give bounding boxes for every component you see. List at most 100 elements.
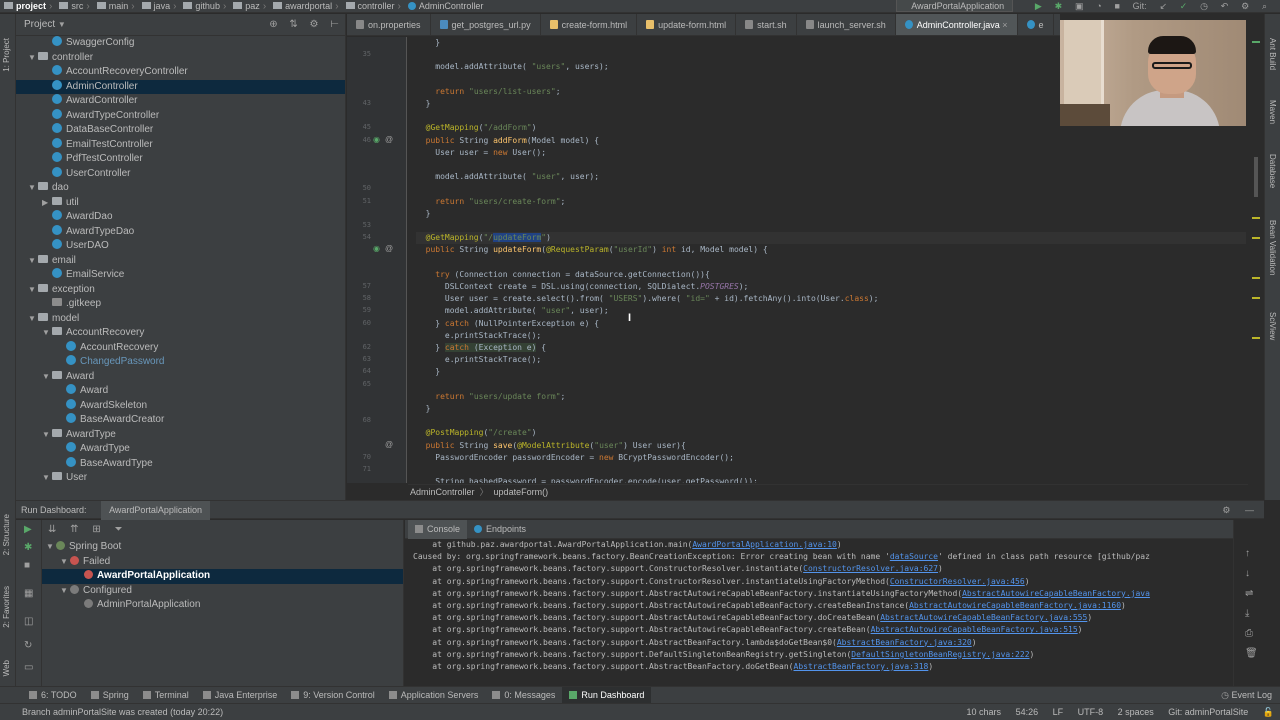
group-icon[interactable]: ⊞ [92,524,100,535]
tree-item[interactable]: ▼ dao [16,181,345,196]
ant-build-tool-tab[interactable]: Ant Build [1268,38,1277,70]
code-line[interactable]: } [416,208,431,220]
breadcrumb-class[interactable]: AdminController [410,487,475,497]
tool-window-button[interactable]: Application Servers [382,687,486,703]
vcs-update-icon[interactable]: ↙ [1159,0,1167,12]
code-line[interactable]: try (Connection connection = dataSource.… [416,269,710,281]
tree-item[interactable]: BaseAwardCreator [16,413,345,428]
scroll-up-icon[interactable]: ↑ [1245,548,1250,559]
code-line[interactable]: @GetMapping("/addForm") [416,122,537,134]
clear-console-icon[interactable]: 🗑 [1245,648,1258,659]
project-tool-tab[interactable]: 1: Project [2,38,11,72]
scroll-to-end-icon[interactable]: ⤓ [1245,608,1249,619]
expand-arrow-icon[interactable]: ▼ [28,283,38,298]
code-line[interactable]: } [416,366,440,378]
code-line[interactable]: @PostMapping("/create") [416,427,537,439]
code-line[interactable]: } catch (Exception e) { [416,342,546,354]
tree-item[interactable]: ▼ email [16,254,345,269]
tool-window-button[interactable]: 9: Version Control [284,687,382,703]
annotation-icon[interactable]: @ [385,244,393,253]
code-line[interactable]: return "users/create-form"; [416,196,565,208]
file-encoding[interactable]: UTF-8 [1078,707,1104,717]
tree-item[interactable]: AwardSkeleton [16,398,345,414]
settings-icon[interactable]: ⚙ [1222,505,1230,515]
run-dashboard-item[interactable]: ▼ Spring Boot [42,540,403,555]
tool-window-button[interactable]: Terminal [136,687,196,703]
close-panel-icon[interactable]: ▭ [24,662,33,673]
scroll-down-icon[interactable]: ↓ [1245,568,1250,579]
breadcrumb-item[interactable]: java [138,0,170,12]
warning-marker[interactable] [1252,337,1260,339]
tree-item[interactable]: ▶ util [16,196,345,211]
expand-arrow-icon[interactable]: ▼ [42,471,52,486]
debug-icon[interactable]: ✱ [1055,0,1063,12]
code-line[interactable]: public String addForm(Model model) { [416,135,599,147]
inspection-ok-marker[interactable] [1252,41,1260,43]
editor-tab[interactable]: create-form.html [541,14,638,35]
run-dashboard-item[interactable]: AwardPortalApplication [42,569,403,584]
tree-item[interactable]: ▼ exception [16,283,345,298]
tree-item[interactable]: ▼ User [16,471,345,486]
tree-item[interactable]: SwaggerConfig [16,36,345,51]
run-dashboard-item[interactable]: ▼ Failed [42,555,403,570]
code-line[interactable]: public String save(@ModelAttribute("user… [416,440,686,452]
expand-arrow-icon[interactable]: ▼ [60,555,70,570]
run-icon[interactable]: ▶ [24,524,32,535]
warning-marker[interactable] [1252,277,1260,279]
breadcrumb-method[interactable]: updateForm() [494,487,549,497]
warning-marker[interactable] [1252,297,1260,299]
code-line[interactable]: DSLContext create = DSL.using(connection… [416,281,748,293]
bean-validation-tool-tab[interactable]: Bean Validation [1268,220,1277,275]
stop-icon[interactable]: ■ [24,560,30,571]
code-line[interactable]: User user = new User(); [416,147,546,159]
tree-item[interactable]: AwardTypeDao [16,224,345,240]
layout-icon[interactable]: ▦ [24,588,33,599]
code-line[interactable]: return "users/update form"; [416,391,565,403]
console-link[interactable]: DefaultSingletonBeanRegistry.java:222 [851,650,1029,659]
run-dashboard-item[interactable]: AdminPortalApplication [42,598,403,613]
code-line[interactable]: @GetMapping("/updateForm") [416,232,1246,245]
tree-item[interactable]: Award [16,384,345,399]
stop-icon[interactable]: ■ [1114,0,1119,12]
tree-item[interactable]: EmailService [16,268,345,283]
console-link[interactable]: AbstractBeanFactory.java:318 [794,662,929,671]
editor-tab[interactable]: launch_server.sh [797,14,896,35]
breadcrumb-item[interactable]: AdminController [404,0,483,12]
revert-icon[interactable]: ↶ [1221,0,1229,12]
console-link[interactable]: AbstractAutowireCapableBeanFactory.java:… [871,625,1078,634]
console-link[interactable]: AbstractBeanFactory.java:320 [837,638,972,647]
breadcrumb-item[interactable]: src [55,0,83,12]
minimize-icon[interactable]: — [1245,505,1254,515]
git-branch[interactable]: Git: adminPortalSite [1168,707,1248,717]
editor-tab[interactable]: get_postgres_url.py [431,14,541,35]
vcs-commit-icon[interactable]: ✓ [1180,0,1188,12]
collapse-all-icon[interactable]: ⇅ [289,19,297,30]
tree-item[interactable]: .gitkeep [16,297,345,312]
editor-tab[interactable]: on.properties [347,14,431,35]
breadcrumb-item[interactable]: project [0,0,46,12]
breadcrumb-item[interactable]: github [179,0,220,12]
tree-item[interactable]: ▼ AwardType [16,428,345,443]
run-configuration-selector[interactable]: AwardPortalApplication [896,0,1014,12]
close-tab-icon[interactable]: × [1000,20,1007,30]
expand-arrow-icon[interactable]: ▼ [28,312,38,327]
filter-icon[interactable]: ⏷ [115,524,123,535]
code-line[interactable]: PasswordEncoder passwordEncoder = new BC… [416,452,734,464]
tree-item[interactable]: EmailTestController [16,137,345,153]
run-icon[interactable]: ▶ [1035,0,1042,12]
tree-item[interactable]: ▼ model [16,312,345,327]
editor-tab[interactable]: update-form.html [637,14,737,35]
annotation-icon[interactable]: @ [385,135,393,144]
tree-item[interactable]: PdfTestController [16,152,345,167]
lock-icon[interactable]: 🔓 [1263,707,1274,717]
breadcrumb-item[interactable]: controller [342,0,395,12]
indent-setting[interactable]: 2 spaces [1118,707,1154,717]
event-log-button[interactable]: ◷ Event Log [1221,687,1272,703]
search-icon[interactable]: ⌕ [1262,0,1267,12]
annotation-icon[interactable]: @ [385,440,393,449]
editor-tab[interactable]: start.sh [736,14,797,35]
editor-tab[interactable]: AdminController.java × [895,14,1018,35]
code-line[interactable]: } [416,403,431,415]
expand-arrow-icon[interactable]: ▼ [42,428,52,443]
tree-item[interactable]: DataBaseController [16,123,345,138]
